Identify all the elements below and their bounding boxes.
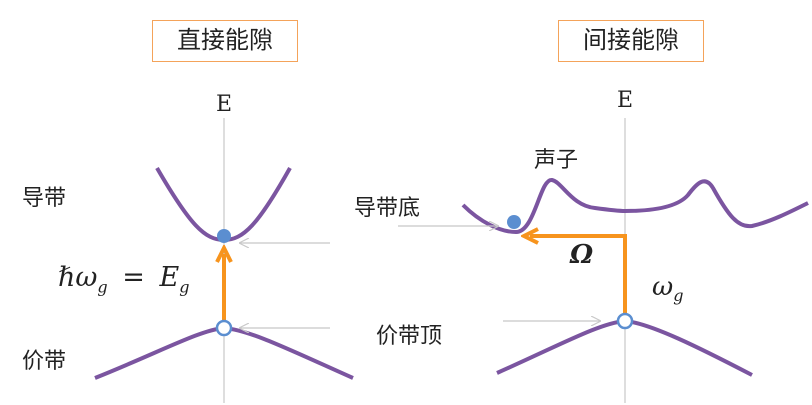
indirect-electron-dot <box>507 215 521 229</box>
equation-rhs-sub: g <box>179 277 190 297</box>
equation-equals: = <box>122 262 145 293</box>
direct-axis-label: E <box>216 92 233 117</box>
direct-hole-ring <box>215 319 233 337</box>
direct-gap-title: 直接能隙 <box>152 20 298 62</box>
band-gap-diagram: 直接能隙 E 导带 价带 ℏωg = Eg 间接能隙 E 声子 导带底 价带顶 … <box>0 0 812 405</box>
equation-lhs: ℏω <box>58 262 98 293</box>
phonon-label: 声子 <box>534 148 579 173</box>
conduction-band-minimum-label: 导带底 <box>354 196 421 221</box>
indirect-axis-label: E <box>617 88 634 113</box>
direct-electron-dot <box>217 229 231 243</box>
photon-omega: ω <box>652 272 674 302</box>
indirect-gap-title: 间接能隙 <box>558 20 704 62</box>
valence-band-maximum-label: 价带顶 <box>376 324 443 349</box>
photon-frequency-label: ωg <box>652 272 683 305</box>
direct-valence-band-label: 价带 <box>22 349 67 374</box>
photon-omega-sub: g <box>673 286 684 306</box>
direct-gap-equation: ℏωg = Eg <box>58 262 189 296</box>
equation-lhs-sub: g <box>97 277 108 297</box>
equation-rhs: E <box>159 262 180 293</box>
direct-conduction-band-label: 导带 <box>22 186 67 211</box>
phonon-energy-omega-label: Ω <box>570 240 594 270</box>
indirect-hole-ring <box>616 312 634 330</box>
